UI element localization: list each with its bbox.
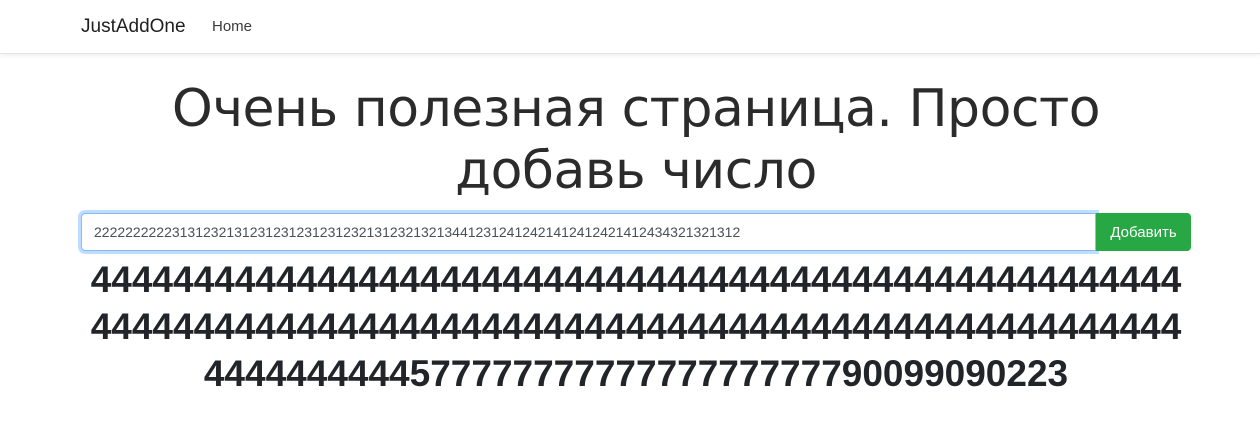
brand-link[interactable]: JustAddOne (81, 15, 186, 39)
number-input[interactable] (81, 213, 1096, 251)
add-number-form: Добавить (81, 213, 1191, 251)
result-number: 4444444444444444444444444444444444444444… (90, 259, 1182, 394)
add-button[interactable]: Добавить (1096, 213, 1191, 251)
top-navbar: JustAddOne Home (0, 0, 1260, 54)
page-title: Очень полезная страница. Просто добавь ч… (171, 79, 1101, 201)
nav-link-home[interactable]: Home (212, 17, 252, 37)
